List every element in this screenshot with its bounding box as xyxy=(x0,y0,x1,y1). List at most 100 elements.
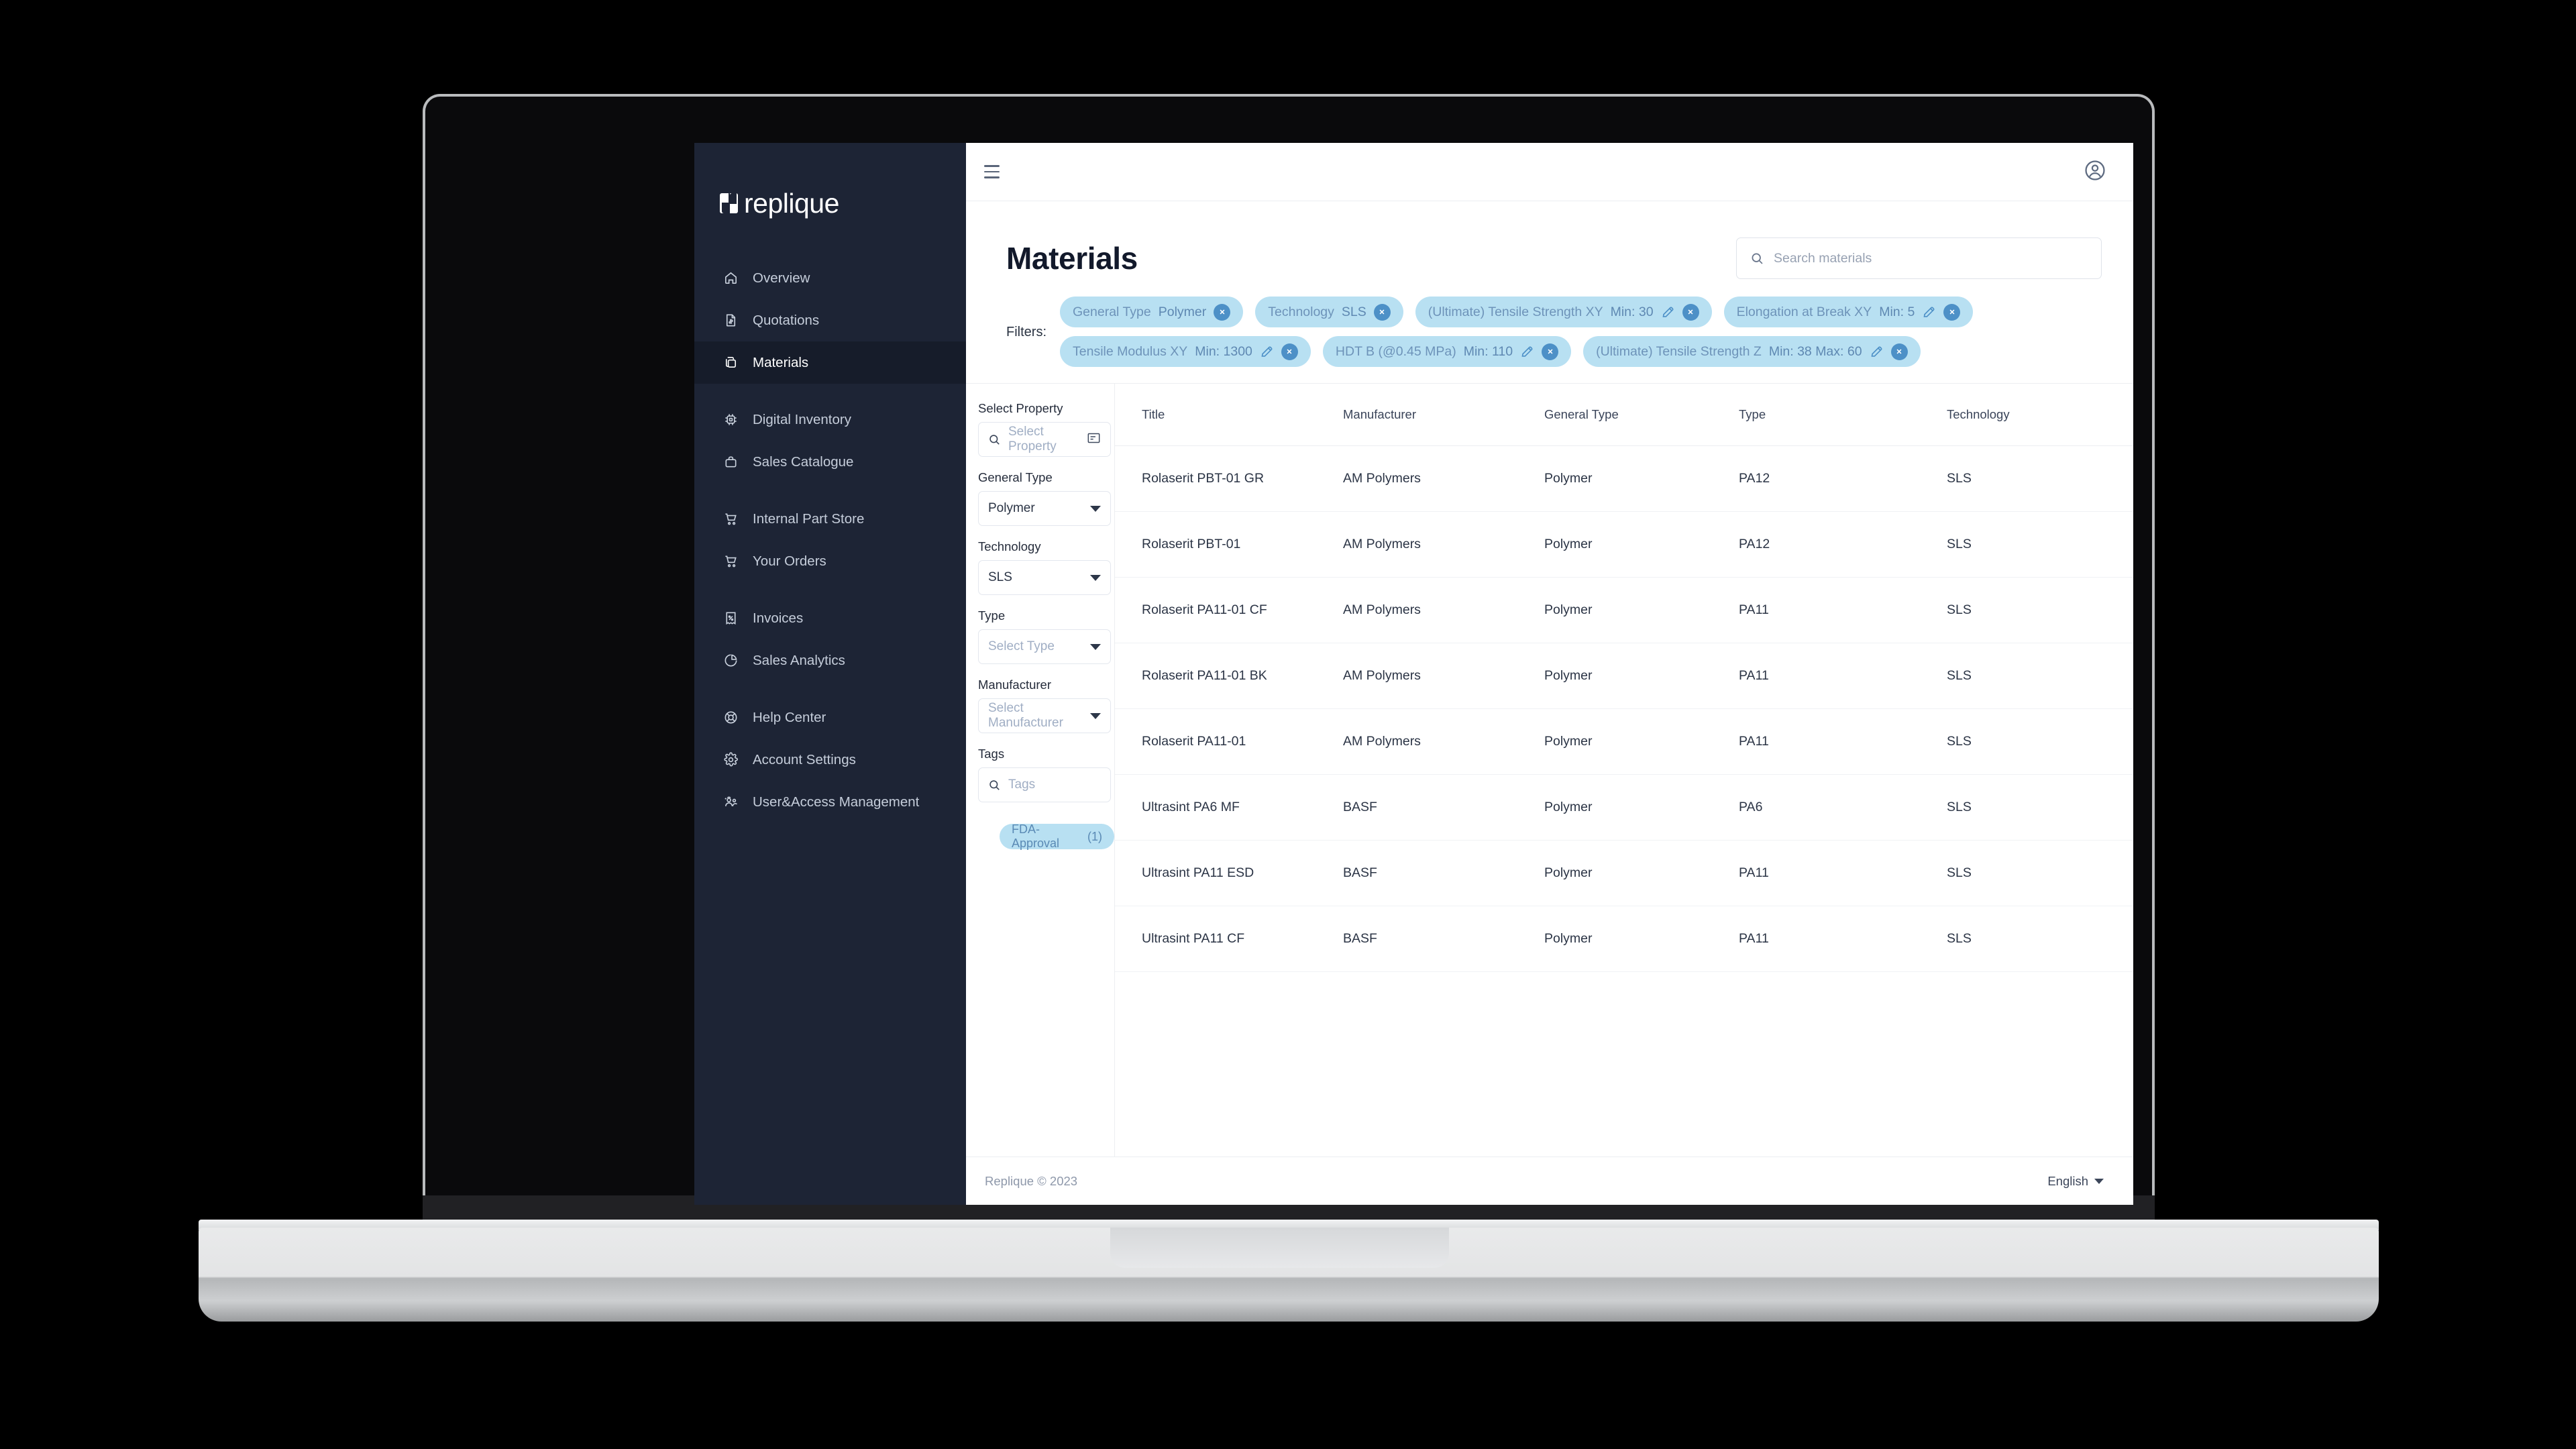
column-header: Technology xyxy=(1947,384,2133,446)
filter-chip-name: Elongation at Break XY xyxy=(1736,304,1872,319)
cell-manufacturer: BASF xyxy=(1343,840,1544,906)
cell-manufacturer: AM Polymers xyxy=(1343,643,1544,709)
sidebar-item-account-settings[interactable]: Account Settings xyxy=(694,739,966,781)
cell-type: PA11 xyxy=(1739,840,1947,906)
pencil-icon[interactable] xyxy=(1870,345,1884,359)
pencil-icon[interactable] xyxy=(1661,305,1675,319)
replique-logo-icon xyxy=(720,193,738,213)
filter-chip[interactable]: (Ultimate) Tensile Strength Z Min: 38 Max… xyxy=(1583,336,1921,367)
sidebar-item-help-center[interactable]: Help Center xyxy=(694,696,966,739)
type-control[interactable]: Select Type xyxy=(978,629,1111,664)
briefcase-icon xyxy=(722,453,739,471)
cell-type: PA11 xyxy=(1739,577,1947,643)
tags-control[interactable]: Tags xyxy=(978,767,1111,802)
field-label: Manufacturer xyxy=(978,678,1051,692)
filter-chip[interactable]: HDT B (@0.45 MPa) Min: 110 xyxy=(1322,336,1572,367)
sidebar-item-label: Sales Analytics xyxy=(753,652,845,668)
sidebar-item-your-orders[interactable]: Your Orders xyxy=(694,540,966,582)
table-row[interactable]: Rolaserit PA11-01 BK AM Polymers Polymer PA… xyxy=(1115,643,2133,709)
filters-label: Filters: xyxy=(1006,325,1046,339)
table-row[interactable]: Rolaserit PBT-01 AM Polymers Polymer PA12 SL… xyxy=(1115,511,2133,578)
technology-control[interactable]: SLS xyxy=(978,560,1111,595)
filter-chip-value: Min: 1300 xyxy=(1195,343,1252,359)
table-row[interactable]: Rolaserit PA11-01 CF AM Polymers Polymer PA… xyxy=(1115,577,2133,643)
column-header: Title xyxy=(1115,384,1343,446)
receipt-percent-icon xyxy=(722,610,739,627)
caret-down-icon[interactable] xyxy=(1090,505,1101,512)
filter-chip-name: Tensile Modulus XY xyxy=(1073,343,1188,359)
sidebar-item-internal-part-store[interactable]: Internal Part Store xyxy=(694,498,966,540)
sidebar-item-invoices[interactable]: Invoices xyxy=(694,597,966,639)
laptop-screen: replique Overview Quotations Materials Digi… xyxy=(694,143,2133,1205)
field-value: Tags xyxy=(1008,777,1036,792)
list-icon[interactable] xyxy=(1087,432,1101,447)
table-row[interactable]: Ultrasint PA11 ESD BASF Polymer PA11 SLS xyxy=(1115,840,2133,906)
close-icon[interactable] xyxy=(1890,343,1908,360)
caret-down-icon[interactable] xyxy=(1090,574,1101,581)
brand-logo[interactable]: replique xyxy=(694,170,966,222)
page-header: Materials xyxy=(966,201,2133,282)
sidebar-item-quotations[interactable]: Quotations xyxy=(694,299,966,341)
close-icon[interactable] xyxy=(1943,303,1961,321)
close-icon[interactable] xyxy=(1214,303,1231,321)
sidebar-item-label: Quotations xyxy=(753,312,820,328)
pencil-icon[interactable] xyxy=(1520,345,1534,359)
sidebar-item-label: Internal Part Store xyxy=(753,511,865,527)
close-icon[interactable] xyxy=(1373,303,1391,321)
table-row[interactable]: Rolaserit PBT-01 GR AM Polymers Polymer PA1… xyxy=(1115,445,2133,512)
cell-title: Ultrasint PA6 MF xyxy=(1115,774,1343,841)
sidebar-item-label: Your Orders xyxy=(753,553,826,569)
copy-layers-icon xyxy=(722,354,739,372)
cell-general-type: Polymer xyxy=(1544,577,1739,643)
search-materials-box[interactable] xyxy=(1736,237,2102,279)
user-circle-icon[interactable] xyxy=(2084,159,2106,185)
field-label: Technology xyxy=(978,539,1041,553)
tag-pill-fda-approval[interactable]: FDA-Approval (1) xyxy=(1000,822,1114,850)
manufacturer-control[interactable]: Select Manufacturer xyxy=(978,698,1111,733)
close-icon[interactable] xyxy=(1682,303,1699,321)
sidebar-item-sales-catalogue[interactable]: Sales Catalogue xyxy=(694,441,966,483)
filter-chip-name: (Ultimate) Tensile Strength XY xyxy=(1428,304,1603,319)
cell-technology: SLS xyxy=(1947,708,2133,775)
sidebar-group-divider xyxy=(694,582,966,597)
close-icon[interactable] xyxy=(1542,343,1559,360)
filter-chip[interactable]: (Ultimate) Tensile Strength XY Min: 30 xyxy=(1415,297,1712,327)
pencil-icon[interactable] xyxy=(1260,345,1274,359)
filter-chip[interactable]: Technology SLS xyxy=(1255,297,1403,327)
hamburger-icon[interactable] xyxy=(984,158,1011,185)
footer: Replique © 2023 English xyxy=(966,1157,2133,1205)
cell-title: Ultrasint PA11 CF xyxy=(1115,906,1343,972)
filter-chip[interactable]: Elongation at Break XY Min: 5 xyxy=(1723,297,1974,327)
general-type-control[interactable]: Polymer xyxy=(978,491,1111,526)
sidebar-item-digital-inventory[interactable]: Digital Inventory xyxy=(694,398,966,441)
sidebar-item-sales-analytics[interactable]: Sales Analytics xyxy=(694,639,966,682)
filter-field-group: Type Select Type xyxy=(978,608,1114,664)
page-title: Materials xyxy=(1006,241,1138,276)
table-row[interactable]: Rolaserit PA11-01 AM Polymers Polymer PA11 S… xyxy=(1115,708,2133,775)
select-property-control[interactable]: Select Property xyxy=(978,422,1111,457)
column-header: Manufacturer xyxy=(1343,384,1544,446)
sidebar-item-label: Materials xyxy=(753,354,809,370)
close-icon[interactable] xyxy=(1281,343,1298,360)
caret-down-icon[interactable] xyxy=(1090,643,1101,650)
caret-down-icon[interactable] xyxy=(1090,712,1101,719)
field-label: Type xyxy=(978,608,1006,623)
pencil-icon[interactable] xyxy=(1922,305,1936,319)
table-row[interactable]: Ultrasint PA6 MF BASF Polymer PA6 SLS xyxy=(1115,774,2133,841)
search-input[interactable] xyxy=(1774,250,2088,266)
sidebar-item-user-access-management[interactable]: User&Access Management xyxy=(694,781,966,823)
search-icon xyxy=(988,433,1001,446)
filter-chips-container: General Type Polymer Technology SLS (Ultimat… xyxy=(1060,297,2106,367)
filter-chip[interactable]: General Type Polymer xyxy=(1060,297,1244,327)
filter-chip-value: Min: 110 xyxy=(1463,343,1513,359)
cell-type: PA6 xyxy=(1739,774,1947,841)
filter-chip-value: SLS xyxy=(1341,304,1366,319)
filter-field-group: Manufacturer Select Manufacturer xyxy=(978,678,1114,733)
table-row[interactable]: Ultrasint PA11 CF BASF Polymer PA11 SLS xyxy=(1115,906,2133,972)
filter-chip[interactable]: Tensile Modulus XY Min: 1300 xyxy=(1060,336,1311,367)
chip-icon xyxy=(722,411,739,429)
sidebar-item-overview[interactable]: Overview xyxy=(694,257,966,299)
sidebar-item-materials[interactable]: Materials xyxy=(694,341,966,384)
language-selector[interactable]: English xyxy=(2047,1174,2104,1189)
filter-field-group: General Type Polymer xyxy=(978,470,1114,526)
